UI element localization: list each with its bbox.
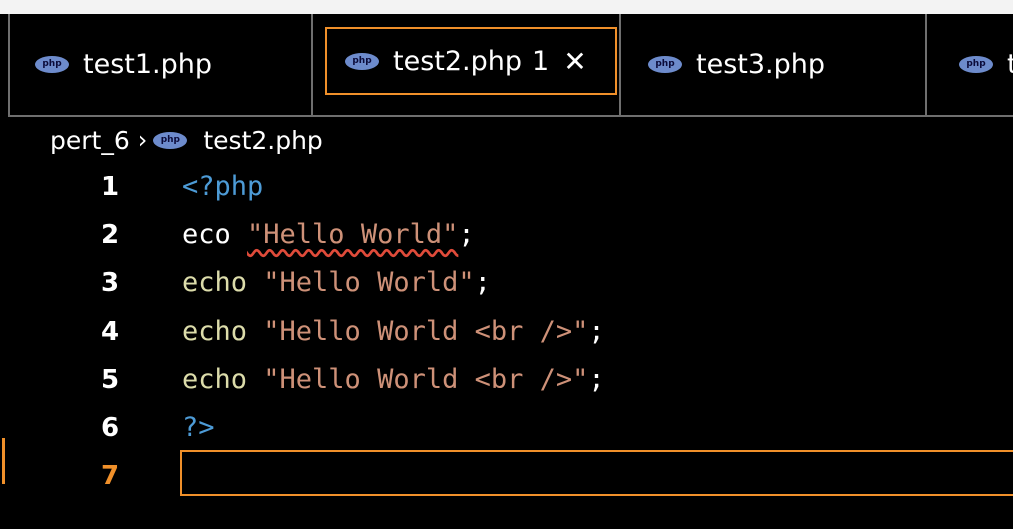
tab-label: t: [1007, 49, 1013, 80]
tab-test3[interactable]: test3.php: [621, 14, 927, 115]
code-text: <?php: [182, 163, 263, 211]
code-text: echo "Hello World <br />";: [182, 308, 605, 356]
line-number: 1: [100, 172, 120, 202]
string-token-error: "Hello World": [247, 219, 459, 250]
string-token: "Hello World <br />": [263, 364, 589, 395]
echo-keyword-token: echo: [182, 316, 264, 347]
identifier-token: eco: [182, 219, 248, 250]
string-token: "Hello World <br />": [263, 316, 589, 347]
php-file-icon: [959, 56, 993, 73]
breadcrumb-file[interactable]: test2.php: [203, 126, 322, 155]
line-number: 4: [100, 317, 120, 347]
semicolon-token: ;: [588, 316, 605, 347]
tab-bar: test1.php test2.php 1 ✕ test3.php t: [8, 14, 1013, 117]
semicolon-token: ;: [588, 364, 605, 395]
code-text: ?>: [182, 404, 215, 452]
tab-label: test2.php: [393, 45, 523, 77]
tab-test4-partial[interactable]: t: [927, 14, 1013, 115]
echo-keyword-token: echo: [182, 267, 264, 298]
line-number: 5: [100, 365, 120, 395]
line-number: 3: [100, 268, 120, 298]
line-number: 7: [100, 461, 120, 491]
tab-test1[interactable]: test1.php: [10, 14, 313, 115]
code-line[interactable]: 2 eco "Hello World";: [0, 211, 1013, 259]
tab-test2-active[interactable]: test2.php 1 ✕: [313, 14, 621, 115]
code-line[interactable]: 7: [0, 452, 1013, 500]
code-text: echo "Hello World <br />";: [182, 356, 605, 404]
code-line[interactable]: 5 echo "Hello World <br />";: [0, 356, 1013, 404]
breadcrumb-folder[interactable]: pert_6: [50, 126, 130, 155]
editor-window: test1.php test2.php 1 ✕ test3.php t pert…: [0, 0, 1013, 529]
tab-label: test1.php: [83, 49, 213, 80]
semicolon-token: ;: [474, 267, 491, 298]
code-line[interactable]: 6 ?>: [0, 404, 1013, 452]
breadcrumb: pert_6 › test2.php: [0, 117, 1013, 163]
php-file-icon: [345, 52, 379, 70]
line-number: 2: [100, 220, 120, 250]
line-number: 6: [100, 413, 120, 443]
chevron-right-icon: ›: [137, 126, 148, 154]
php-file-icon: [35, 56, 69, 73]
php-file-icon: [153, 131, 188, 149]
code-editor[interactable]: 1 <?php 2 eco "Hello World"; 3 echo "Hello Wo…: [0, 163, 1013, 529]
code-line[interactable]: 3 echo "Hello World";: [0, 259, 1013, 307]
problem-count-badge: 1: [532, 45, 550, 77]
string-token: "Hello World": [263, 267, 475, 298]
echo-keyword-token: echo: [182, 364, 264, 395]
semicolon-token: ;: [458, 219, 475, 250]
php-tag-token: <?php: [182, 171, 264, 202]
tab-label: test3.php: [696, 49, 826, 80]
code-line[interactable]: 1 <?php: [0, 163, 1013, 211]
code-line[interactable]: 4 echo "Hello World <br />";: [0, 308, 1013, 356]
code-text: echo "Hello World";: [182, 259, 491, 307]
window-top-strip: [0, 0, 1013, 14]
active-tab-frame[interactable]: test2.php 1 ✕: [325, 27, 617, 95]
code-text: eco "Hello World";: [182, 211, 475, 259]
php-tag-token: ?>: [182, 412, 215, 443]
php-file-icon: [648, 56, 682, 73]
close-icon[interactable]: ✕: [563, 45, 586, 78]
